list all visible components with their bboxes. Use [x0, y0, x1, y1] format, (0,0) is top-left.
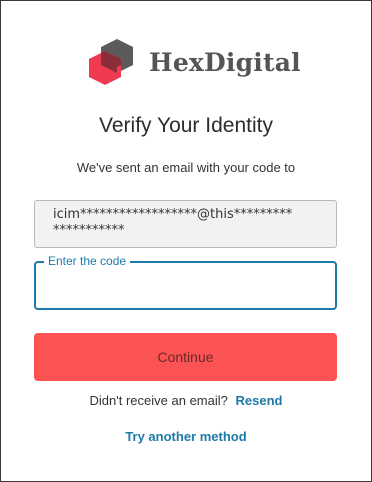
resend-line: Didn't receive an email? Resend: [1, 393, 371, 408]
verify-identity-card: HexDigital Verify Your Identity We've se…: [0, 0, 372, 482]
code-field-label: Enter the code: [44, 254, 131, 268]
masked-email-text: icim******************@this********* ***…: [53, 207, 293, 238]
code-input[interactable]: [46, 273, 330, 301]
continue-button[interactable]: Continue: [34, 333, 337, 381]
brand-logo: HexDigital: [87, 35, 301, 89]
try-another-method: Try another method: [1, 429, 371, 444]
brand-name: HexDigital: [149, 47, 301, 77]
code-field: Enter the code: [34, 254, 337, 310]
resend-prompt: Didn't receive an email?: [89, 393, 228, 408]
hexdigital-logo-icon: [89, 39, 133, 85]
page-title: Verify Your Identity: [99, 114, 273, 137]
resend-link[interactable]: Resend: [235, 393, 282, 408]
try-another-method-link[interactable]: Try another method: [125, 429, 246, 444]
masked-email-display: icim******************@this********* ***…: [34, 200, 337, 248]
email-sent-message: We've sent an email with your code to: [76, 160, 296, 175]
